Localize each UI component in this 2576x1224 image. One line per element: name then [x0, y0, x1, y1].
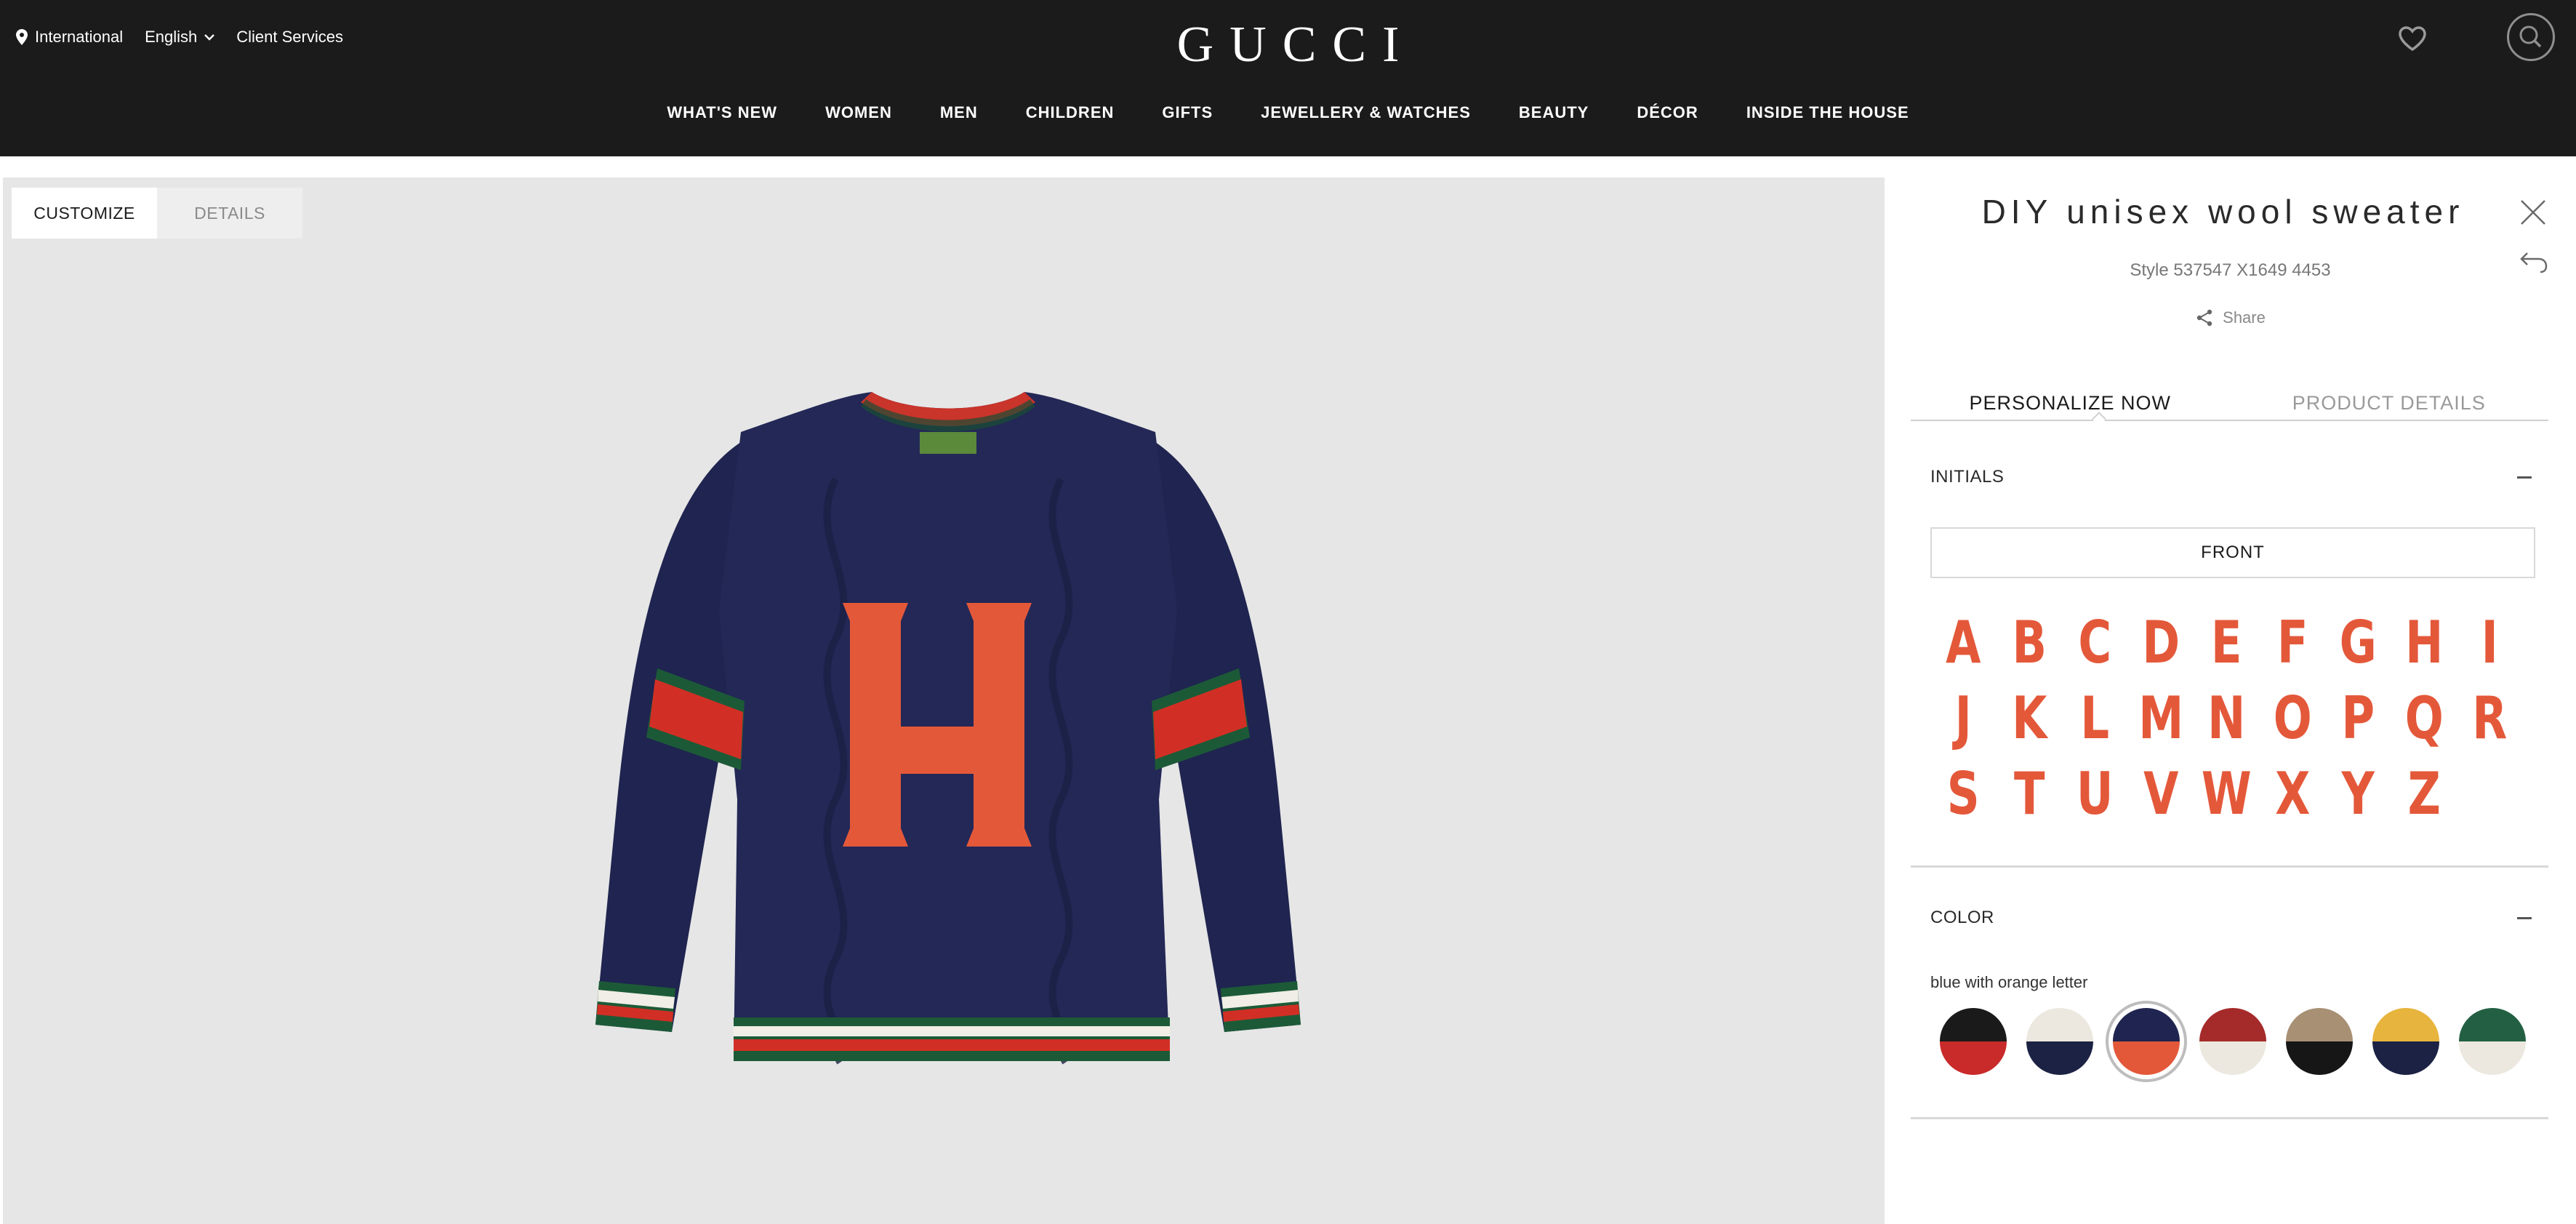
- letter-e[interactable]: E: [2201, 614, 2252, 672]
- letter-l[interactable]: L: [2069, 689, 2121, 748]
- tab-details[interactable]: DETAILS: [157, 188, 302, 239]
- letter-u[interactable]: U: [2069, 765, 2121, 823]
- letter-f[interactable]: F: [2266, 614, 2318, 672]
- swatch-top-color: [2459, 1008, 2526, 1041]
- panel-tabs: PERSONALIZE NOW PRODUCT DETAILS: [1911, 388, 2549, 426]
- letter-j[interactable]: J: [1938, 689, 1989, 748]
- swatch-bottom-color: [2113, 1041, 2180, 1075]
- letter-a[interactable]: A: [1938, 614, 1989, 672]
- top-header: International English Client Services GU…: [0, 0, 2576, 156]
- letter-t[interactable]: T: [2003, 765, 2055, 823]
- swatch-top-color: [2113, 1008, 2180, 1041]
- product-image-sweater: [595, 392, 1301, 1065]
- share-button[interactable]: Share: [1885, 308, 2576, 327]
- nav-whats-new[interactable]: WHAT'S NEW: [643, 99, 801, 127]
- letter-r[interactable]: R: [2464, 689, 2516, 748]
- swatch-bottom-color: [2459, 1041, 2526, 1075]
- swatch-bottom-color: [2026, 1041, 2093, 1075]
- section-divider: [1911, 1117, 2548, 1119]
- letter-q[interactable]: Q: [2398, 689, 2449, 748]
- close-icon[interactable]: [2520, 199, 2546, 225]
- section-divider: [1911, 865, 2548, 868]
- letter-m[interactable]: M: [2135, 689, 2186, 748]
- color-swatch-3[interactable]: [2113, 1008, 2180, 1075]
- letter-c[interactable]: C: [2069, 614, 2121, 672]
- tab-personalize-now[interactable]: PERSONALIZE NOW: [1911, 388, 2230, 420]
- swatch-bottom-color: [2199, 1041, 2266, 1075]
- letter-picker: A B C D E F G H I J K L M N O P Q R S T …: [1930, 614, 2541, 823]
- search-icon: [2519, 25, 2542, 48]
- letter-s[interactable]: S: [1938, 765, 1989, 823]
- collapse-initials-icon[interactable]: [2517, 476, 2532, 479]
- swatch-bottom-color: [2286, 1041, 2353, 1075]
- placement-front-button[interactable]: FRONT: [1930, 527, 2535, 578]
- nav-beauty[interactable]: BEAUTY: [1495, 99, 1613, 127]
- share-label: Share: [2223, 308, 2266, 327]
- letter-o[interactable]: O: [2266, 689, 2318, 748]
- letter-d[interactable]: D: [2135, 614, 2186, 672]
- letter-y[interactable]: Y: [2332, 765, 2384, 823]
- color-swatch-4[interactable]: [2199, 1008, 2266, 1075]
- letter-b[interactable]: B: [2003, 614, 2055, 672]
- main-nav: WHAT'S NEW WOMEN MEN CHILDREN GIFTS JEWE…: [0, 99, 2576, 127]
- wishlist-heart-icon[interactable]: [2398, 25, 2427, 52]
- color-swatch-5[interactable]: [2286, 1008, 2353, 1075]
- nav-jewellery-watches[interactable]: JEWELLERY & WATCHES: [1237, 99, 1495, 127]
- gucci-logo[interactable]: GUCCI: [0, 16, 2576, 74]
- swatch-top-color: [1940, 1008, 2007, 1041]
- letter-g[interactable]: G: [2332, 614, 2384, 672]
- tab-product-details[interactable]: PRODUCT DETAILS: [2230, 388, 2549, 420]
- color-swatch-1[interactable]: [1940, 1008, 2007, 1075]
- swatch-bottom-color: [2372, 1041, 2439, 1075]
- letter-p[interactable]: P: [2332, 689, 2384, 748]
- color-swatch-7[interactable]: [2459, 1008, 2526, 1075]
- letter-v[interactable]: V: [2135, 765, 2186, 823]
- swatch-bottom-color: [1940, 1041, 2007, 1075]
- letter-x[interactable]: X: [2266, 765, 2318, 823]
- letter-h[interactable]: H: [2398, 614, 2449, 672]
- nav-women[interactable]: WOMEN: [801, 99, 916, 127]
- product-viewer: CUSTOMIZE DETAILS: [3, 177, 1885, 1224]
- color-heading[interactable]: COLOR: [1930, 908, 1994, 928]
- letter-w[interactable]: W: [2201, 765, 2252, 823]
- color-swatch-2[interactable]: [2026, 1008, 2093, 1075]
- search-button[interactable]: [2507, 13, 2555, 61]
- collapse-color-icon[interactable]: [2517, 917, 2532, 919]
- product-title: DIY unisex wool sweater: [1981, 193, 2465, 231]
- letter-z[interactable]: Z: [2398, 765, 2449, 823]
- nav-decor[interactable]: DÉCOR: [1613, 99, 1722, 127]
- letter-k[interactable]: K: [2003, 689, 2055, 748]
- swatch-top-color: [2286, 1008, 2353, 1041]
- tab-customize[interactable]: CUSTOMIZE: [12, 188, 157, 239]
- swatch-top-color: [2372, 1008, 2439, 1041]
- letter-i[interactable]: I: [2464, 614, 2516, 672]
- initials-heading[interactable]: INITIALS: [1930, 467, 2004, 487]
- nav-children[interactable]: CHILDREN: [1002, 99, 1139, 127]
- nav-men[interactable]: MEN: [916, 99, 1002, 127]
- viewer-tabs: CUSTOMIZE DETAILS: [12, 188, 302, 239]
- nav-gifts[interactable]: GIFTS: [1138, 99, 1237, 127]
- selected-color-name: blue with orange letter: [1930, 973, 2088, 991]
- personalization-panel: DIY unisex wool sweater Style 537547 X16…: [1885, 177, 2576, 1224]
- style-number: Style 537547 X1649 4453: [2130, 260, 2331, 280]
- swatch-top-color: [2026, 1008, 2093, 1041]
- letter-n[interactable]: N: [2201, 689, 2252, 748]
- swatch-top-color: [2199, 1008, 2266, 1041]
- color-swatch-6[interactable]: [2372, 1008, 2439, 1075]
- color-swatches: [1940, 1008, 2526, 1075]
- nav-inside-the-house[interactable]: INSIDE THE HOUSE: [1722, 99, 1933, 127]
- share-icon: [2196, 309, 2212, 327]
